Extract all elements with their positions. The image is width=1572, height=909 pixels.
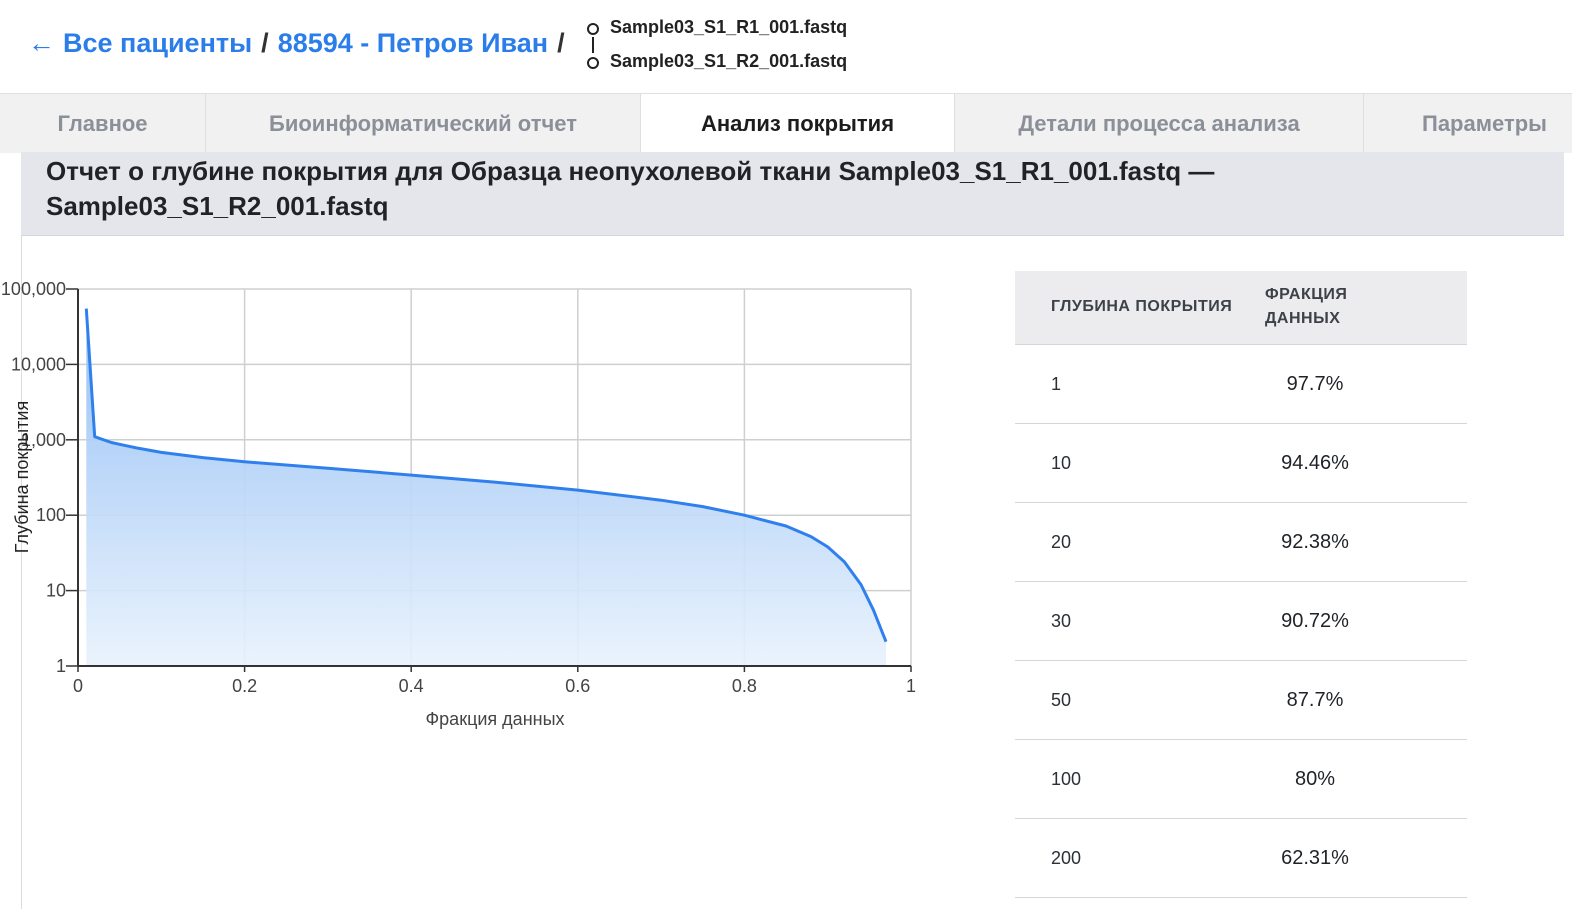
file-r2-name: Sample03_S1_R2_001.fastq bbox=[610, 51, 848, 71]
fraction-cell: 87.7% bbox=[1286, 688, 1344, 711]
tab-parameters[interactable]: Параметры bbox=[1364, 94, 1572, 153]
app-header: ← Все пациенты / 88594 - Петров Иван / S… bbox=[0, 0, 1572, 93]
depth-cell: 50 bbox=[1051, 689, 1072, 710]
column-header-fraction[interactable]: ФРАКЦИЯ ДАННЫХ bbox=[1265, 283, 1395, 331]
breadcrumb-all-patients-link[interactable]: Все пациенты bbox=[63, 28, 252, 59]
breadcrumb-separator: / bbox=[261, 28, 269, 58]
fraction-cell: 80% bbox=[1294, 767, 1336, 790]
file-node-icon bbox=[587, 23, 599, 35]
report-title: Отчет о глубине покрытия для Образца нео… bbox=[46, 156, 1215, 221]
breadcrumb-separator: / bbox=[557, 28, 565, 58]
fraction-cell: 97.7% bbox=[1286, 372, 1344, 395]
x-tick-label: 1 bbox=[906, 676, 916, 696]
y-tick-label: 100 bbox=[36, 505, 66, 525]
fraction-cell: 94.46% bbox=[1281, 451, 1349, 474]
x-tick-label: 0 bbox=[73, 676, 83, 696]
coverage-depth-chart: 0 0.2 0.4 0.6 0.8 1 1101001,00010,000100,000 … bbox=[1, 279, 916, 729]
file-connector-icon bbox=[592, 37, 594, 53]
coverage-area bbox=[86, 308, 887, 666]
y-tick-label: 1 bbox=[56, 656, 66, 676]
table-row: 100 80% bbox=[1015, 740, 1467, 819]
x-axis-label: Фракция данных bbox=[425, 709, 564, 729]
table-row: 50 87.7% bbox=[1015, 661, 1467, 740]
y-tick-label: 10,000 bbox=[11, 354, 66, 374]
report-header: Отчет о глубине покрытия для Образца нео… bbox=[21, 152, 1564, 236]
breadcrumb: ← Все пациенты / 88594 - Петров Иван / bbox=[28, 28, 574, 59]
column-header-depth[interactable]: ГЛУБИНА ПОКРЫТИЯ bbox=[1051, 295, 1251, 319]
sample-files: Sample03_S1_R1_001.fastq Sample03_S1_R2_… bbox=[586, 16, 866, 76]
x-tick-label: 0.6 bbox=[565, 676, 590, 696]
table-row: 200 62.31% bbox=[1015, 819, 1467, 898]
x-tick-labels: 0 0.2 0.4 0.6 0.8 1 bbox=[73, 676, 916, 696]
table-row: 20 92.38% bbox=[1015, 503, 1467, 582]
x-tick-label: 0.2 bbox=[232, 676, 257, 696]
file-node-icon bbox=[587, 57, 599, 69]
depth-cell: 1 bbox=[1051, 373, 1062, 394]
tab-bar: Главное Биоинформатический отчет Анализ … bbox=[0, 93, 1572, 153]
table-row: 1 97.7% bbox=[1015, 345, 1467, 424]
breadcrumb-patient-link[interactable]: 88594 - Петров Иван bbox=[278, 28, 548, 59]
depth-cell: 20 bbox=[1051, 531, 1072, 552]
depth-cell: 200 bbox=[1051, 847, 1082, 868]
fraction-cell: 62.31% bbox=[1281, 846, 1349, 869]
table-row: 10 94.46% bbox=[1015, 424, 1467, 503]
table-row: 30 90.72% bbox=[1015, 582, 1467, 661]
table-header: ГЛУБИНА ПОКРЫТИЯ ФРАКЦИЯ ДАННЫХ bbox=[1015, 271, 1467, 345]
depth-cell: 30 bbox=[1051, 610, 1072, 631]
y-tick-labels: 1101001,00010,000100,000 bbox=[1, 279, 66, 676]
y-tick-label: 100,000 bbox=[1, 279, 66, 299]
fraction-cell: 90.72% bbox=[1281, 609, 1349, 632]
fraction-cell: 92.38% bbox=[1281, 530, 1349, 553]
depth-cell: 100 bbox=[1051, 768, 1082, 789]
table-body: 1 97.7% 10 94.46% 20 92.38% 30 90.72% 50 87.7% 100… bbox=[1015, 345, 1467, 898]
tab-coverage-analysis[interactable]: Анализ покрытия bbox=[641, 94, 955, 153]
y-tick-label: 10 bbox=[46, 581, 66, 601]
back-arrow-icon[interactable]: ← bbox=[28, 28, 55, 59]
x-tick-label: 0.4 bbox=[399, 676, 424, 696]
x-tick-label: 0.8 bbox=[732, 676, 757, 696]
tab-analysis-process-details[interactable]: Детали процесса анализа bbox=[955, 94, 1364, 153]
tab-main[interactable]: Главное bbox=[0, 94, 206, 153]
coverage-table: ГЛУБИНА ПОКРЫТИЯ ФРАКЦИЯ ДАННЫХ 1 97.7% 10… bbox=[1015, 271, 1467, 898]
y-axis-label: Глубина покрытия bbox=[12, 401, 32, 553]
tab-bioinformatics-report[interactable]: Биоинформатический отчет bbox=[206, 94, 641, 153]
file-r1-name: Sample03_S1_R1_001.fastq bbox=[610, 17, 848, 37]
depth-cell: 10 bbox=[1051, 452, 1072, 473]
